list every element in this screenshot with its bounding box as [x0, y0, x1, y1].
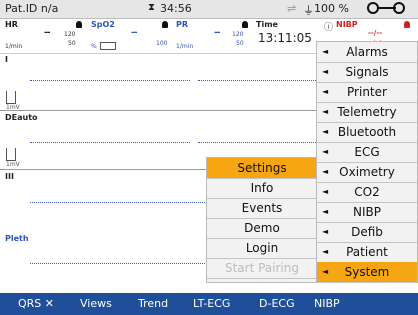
softkey-trend[interactable]: Trend — [138, 297, 168, 310]
arrow-left-icon: ◄ — [322, 147, 329, 156]
arrow-left-icon: ◄ — [322, 67, 329, 76]
alarm-bell-icon — [162, 21, 168, 28]
clock-value: 13:11:05 — [258, 31, 312, 45]
spo2-upper-limit: 100 — [156, 40, 168, 47]
hourglass-icon: ⧗ — [148, 2, 156, 13]
menu-item-co2[interactable]: ◄ CO2 — [317, 182, 417, 203]
softkey-qrs[interactable]: QRS ✕ — [18, 297, 54, 310]
time-label: Time — [256, 20, 278, 29]
menu-item-nibp[interactable]: ◄ NIBP — [317, 202, 417, 223]
info-icon: ⓘ — [324, 23, 334, 33]
hr-value: -- — [44, 28, 51, 38]
status-bar: Pat.ID n/a ⧗ 34:56 ⇌ ⏚ 100 % — [0, 0, 418, 19]
pr-lower-limit: 50 — [236, 40, 244, 47]
signal-bar — [100, 42, 116, 50]
arrow-left-icon: ◄ — [322, 207, 329, 216]
softkey-lt-ecg[interactable]: LT-ECG — [193, 297, 230, 310]
key-icon[interactable] — [366, 1, 406, 15]
nibp-label: NIBP — [336, 20, 358, 29]
arrow-left-icon: ◄ — [322, 227, 329, 236]
arrow-left-icon: ◄ — [322, 267, 329, 276]
menu-item-defib[interactable]: ◄ Defib — [317, 222, 417, 243]
patient-id[interactable]: Pat.ID n/a — [5, 2, 58, 15]
menu-item-system[interactable]: ◄ System — [317, 262, 417, 283]
arrow-left-icon: ◄ — [322, 187, 329, 196]
battery-level: 100 % — [314, 2, 349, 15]
pr-panel[interactable]: PR -- 120 50 1/min — [174, 19, 252, 53]
menu-item-patient[interactable]: ◄ Patient — [317, 242, 417, 263]
qrs-mute-icon: ✕ — [44, 297, 55, 310]
menu-item-telemetry[interactable]: ◄ Telemetry — [317, 102, 417, 123]
softkey-d-ecg[interactable]: D-ECG — [259, 297, 295, 310]
system-submenu: Settings Info Events Demo Login Start Pa… — [206, 157, 318, 283]
menu-item-events[interactable]: Events — [207, 198, 317, 219]
wave-trace — [198, 80, 318, 81]
pr-upper-limit: 120 — [232, 31, 244, 38]
menu-item-settings[interactable]: Settings — [207, 158, 317, 179]
arrow-left-icon: ◄ — [322, 127, 329, 136]
timer: 34:56 — [160, 2, 192, 15]
menu-item-oximetry[interactable]: ◄ Oximetry — [317, 162, 417, 183]
arrow-left-icon: ◄ — [322, 247, 329, 256]
menu-item-signals[interactable]: ◄ Signals — [317, 62, 417, 83]
scale-label: 1mV — [6, 161, 20, 168]
time-panel: Time 13:11:05 — [254, 19, 314, 53]
menu-item-demo[interactable]: Demo — [207, 218, 317, 239]
softkey-bar: QRS ✕ Views Trend LT-ECG D-ECG NIBP — [0, 293, 418, 315]
alarm-bell-icon — [404, 21, 410, 28]
menu-item-alarms[interactable]: ◄ Alarms — [317, 42, 417, 63]
menu-item-login[interactable]: Login — [207, 238, 317, 259]
wave-trace — [30, 263, 205, 264]
connection-icon: ⇌ — [287, 2, 297, 15]
menu-item-bluetooth[interactable]: ◄ Bluetooth — [317, 122, 417, 143]
pr-unit: 1/min — [176, 43, 194, 50]
arrow-left-icon: ◄ — [322, 87, 329, 96]
pr-value: -- — [214, 28, 221, 38]
wave-label-i[interactable]: I — [5, 55, 8, 67]
alarm-bell-icon — [242, 21, 248, 28]
main-menu: ◄ Alarms ◄ Signals ◄ Printer ◄ Telemetry ◄ Bl… — [316, 41, 418, 283]
spo2-value: -- — [131, 28, 138, 38]
wave-trace — [30, 142, 190, 143]
spo2-label: SpO2 — [91, 20, 115, 29]
divider — [0, 110, 318, 111]
scale-marker — [6, 148, 16, 161]
spo2-panel[interactable]: SpO2 -- 100 % — [88, 19, 172, 53]
wave-trace — [30, 80, 190, 81]
hr-unit: 1/min — [5, 43, 23, 50]
plug-icon: ⏚ — [303, 4, 314, 17]
menu-item-ecg[interactable]: ◄ ECG — [317, 142, 417, 163]
wave-label-deauto[interactable]: DEauto — [5, 113, 38, 125]
hr-upper-limit: 120 — [64, 31, 76, 38]
scale-marker — [6, 91, 16, 104]
arrow-left-icon: ◄ — [322, 47, 329, 56]
alarm-bell-icon — [76, 21, 82, 28]
spo2-unit: % — [91, 43, 97, 50]
wave-trace — [198, 142, 318, 143]
arrow-left-icon: ◄ — [322, 167, 329, 176]
menu-item-start-pairing: Start Pairing — [207, 258, 317, 279]
arrow-left-icon: ◄ — [322, 107, 329, 116]
wave-trace — [30, 202, 205, 203]
menu-item-printer[interactable]: ◄ Printer — [317, 82, 417, 103]
softkey-nibp[interactable]: NIBP — [314, 297, 340, 310]
hr-lower-limit: 50 — [68, 40, 76, 47]
wave-label-iii[interactable]: III — [5, 172, 14, 184]
hr-label: HR — [5, 20, 18, 29]
menu-item-info[interactable]: Info — [207, 178, 317, 199]
pr-label: PR — [176, 20, 189, 29]
nibp-value: --/-- — [368, 29, 383, 37]
hr-panel[interactable]: HR -- 120 50 1/min — [0, 19, 86, 53]
wave-label-pleth[interactable]: Pleth — [5, 234, 29, 246]
softkey-views[interactable]: Views — [80, 297, 112, 310]
